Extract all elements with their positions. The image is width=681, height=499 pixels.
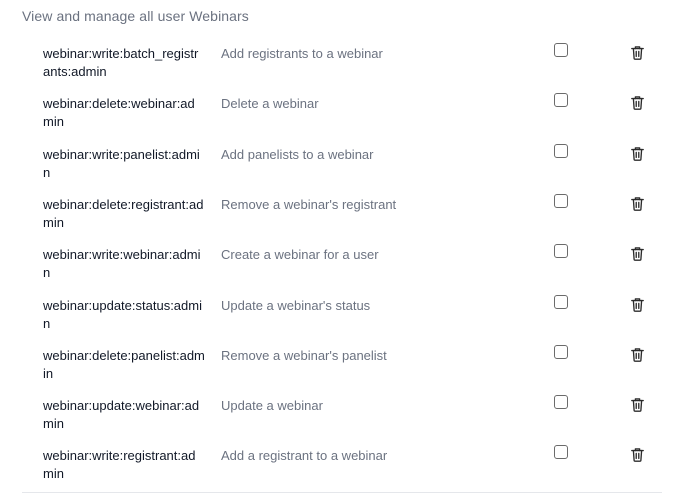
scope-name: webinar:update:status:admin [43, 297, 202, 331]
scope-row: webinar:delete:panelist:admin Remove a w… [0, 340, 681, 390]
trash-icon[interactable] [629, 296, 646, 313]
scope-checkbox[interactable] [554, 294, 568, 309]
scope-description: Add registrants to a webinar [221, 46, 383, 61]
scope-row: webinar:write:webinar:admin Create a web… [0, 239, 681, 289]
scope-row: webinar:delete:webinar:admin Delete a we… [0, 88, 681, 138]
trash-icon[interactable] [629, 44, 646, 61]
scope-description: Remove a webinar's panelist [221, 347, 387, 363]
trash-icon[interactable] [629, 346, 646, 363]
scope-name: webinar:delete:registrant:admin [43, 196, 204, 230]
scope-row: webinar:update:webinar:admin Update a we… [0, 390, 681, 440]
scope-description: Create a webinar for a user [221, 247, 379, 263]
scope-description: Delete a webinar [221, 96, 319, 112]
scope-row: webinar:write:registrant:admin Add a reg… [0, 440, 681, 490]
scope-list: webinar:write:batch_registrants:admin Ad… [0, 0, 681, 499]
scope-name: webinar:write:batch_registrants:admin [43, 46, 199, 79]
trash-icon[interactable] [629, 94, 646, 111]
scope-row: webinar:write:batch_registrants:admin Ad… [0, 38, 681, 88]
scope-description: Add a registrant to a webinar [221, 448, 388, 464]
scope-row: webinar:update:status:admin Update a web… [0, 290, 681, 340]
scope-description: Update a webinar [221, 398, 323, 414]
scope-checkbox[interactable] [554, 244, 568, 259]
scope-checkbox[interactable] [554, 43, 568, 57]
trash-icon[interactable] [629, 396, 646, 413]
scope-description: Update a webinar's status [221, 297, 371, 313]
scope-name: webinar:delete:webinar:admin [43, 96, 195, 130]
scope-checkbox[interactable] [554, 395, 568, 410]
scope-name: webinar:update:webinar:admin [43, 398, 200, 432]
scope-description: Remove a webinar's registrant [221, 196, 397, 212]
scope-checkbox[interactable] [554, 143, 568, 158]
bottom-divider [22, 492, 662, 493]
scope-row: webinar:delete:registrant:admin Remove a… [0, 189, 681, 239]
scope-checkbox[interactable] [554, 445, 568, 460]
scope-checkbox[interactable] [554, 344, 568, 359]
scope-name: webinar:write:registrant:admin [43, 448, 196, 482]
trash-icon[interactable] [629, 195, 646, 212]
scope-name: webinar:write:panelist:admin [43, 146, 200, 180]
scope-checkbox[interactable] [554, 193, 568, 208]
scope-description: Add panelists to a webinar [221, 146, 374, 162]
trash-icon[interactable] [629, 145, 646, 162]
trash-icon[interactable] [629, 245, 646, 262]
scope-checkbox[interactable] [554, 93, 568, 108]
scope-name: webinar:delete:panelist:admin [43, 347, 205, 381]
scope-row: webinar:write:panelist:admin Add panelis… [0, 139, 681, 189]
trash-icon[interactable] [629, 446, 646, 463]
scope-name: webinar:write:webinar:admin [43, 247, 201, 281]
